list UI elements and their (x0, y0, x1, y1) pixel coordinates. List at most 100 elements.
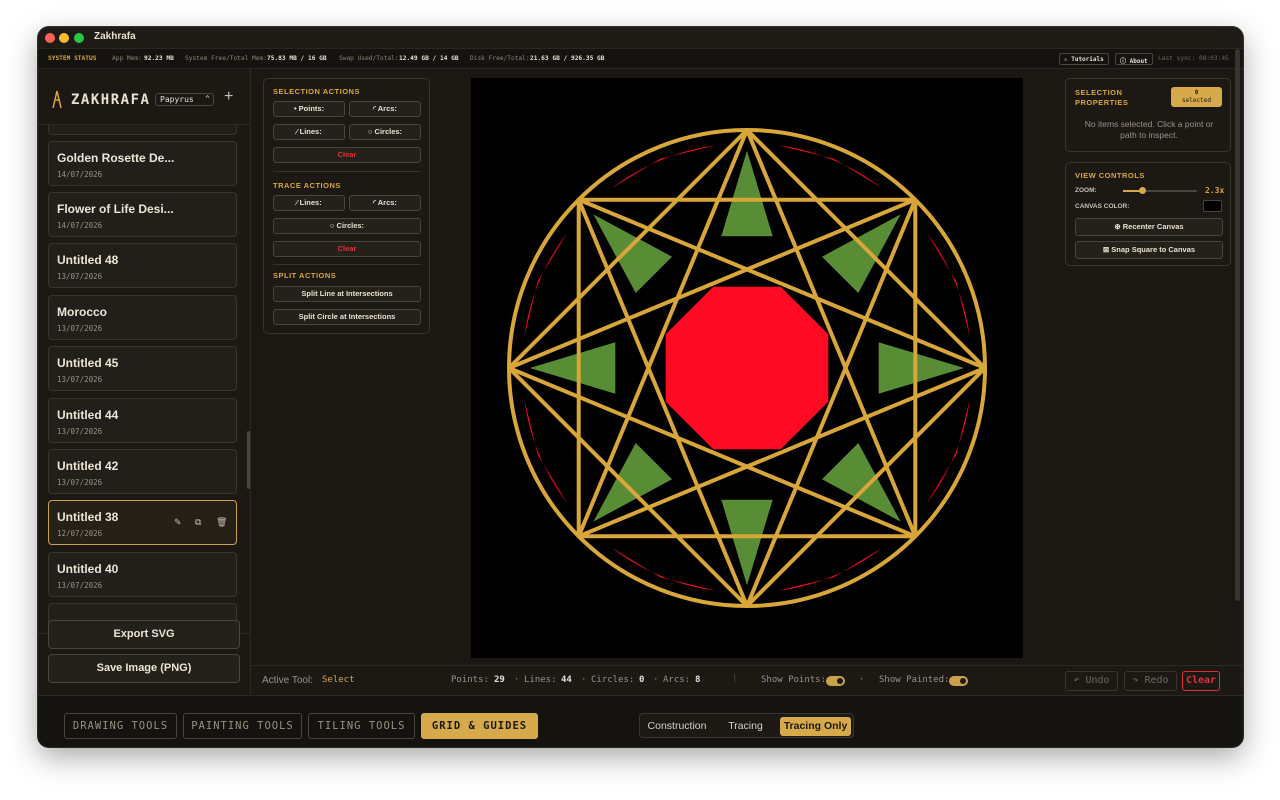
trace-arcs-button[interactable]: ◜ Arcs: (349, 195, 421, 211)
selection-actions-title: SELECTION ACTIONS (273, 87, 360, 96)
list-item-active[interactable]: Untitled 38 12/07/2026 ✎ ⧉ 🗑 (48, 500, 237, 545)
clear-selection-button[interactable]: Clear (273, 147, 421, 163)
app-mem-value: 92.23 MB (144, 55, 174, 62)
zoom-slider-thumb[interactable] (1138, 187, 1146, 194)
trace-lines-button[interactable]: ⁄ Lines: (273, 195, 345, 211)
window-title: Zakhrafa (94, 31, 136, 42)
split-actions-title: SPLIT ACTIONS (273, 271, 337, 280)
red-segment-0 (778, 145, 883, 189)
list-item[interactable]: Untitled 48 13/07/2026 (48, 243, 237, 288)
trace-actions-title: TRACE ACTIONS (273, 181, 341, 190)
list-item[interactable]: Morocco 13/07/2026 (48, 295, 237, 340)
delete-icon[interactable]: 🗑 (216, 517, 227, 528)
tutorials-button[interactable]: ⚠ Tutorials (1059, 53, 1109, 65)
show-points-toggle[interactable] (826, 676, 845, 686)
rename-icon[interactable]: ✎ (174, 517, 182, 528)
circles-count: 0 (639, 675, 645, 685)
view-mode-segmented-control: Construction Tracing Tracing Only (639, 713, 854, 738)
geometric-pattern (507, 128, 987, 608)
tool-tabs-footer: DRAWING TOOLS PAINTING TOOLS TILING TOOL… (38, 695, 1243, 747)
select-points-button[interactable]: • Points: (273, 101, 345, 117)
swap-value: 12.49 GB / 14 GB (399, 55, 459, 62)
mode-construction[interactable]: Construction (643, 717, 711, 736)
select-arcs-button[interactable]: ◜ Arcs: (349, 101, 421, 117)
add-project-button[interactable]: + (224, 88, 233, 106)
snap-square-button[interactable]: ⊠ Snap Square to Canvas (1075, 241, 1223, 259)
project-list: Golden Rosette De... 14/07/2026 Flower o… (38, 125, 251, 633)
logo-icon (52, 90, 62, 109)
green-star-point-7 (593, 214, 672, 293)
show-painted-label: Show Painted: (879, 675, 950, 685)
system-status-bar: SYSTEM STATUS App Mem: 92.23 MB System F… (38, 49, 1243, 69)
tab-drawing-tools[interactable]: DRAWING TOOLS (64, 713, 177, 739)
export-svg-button[interactable]: Export SVG (48, 620, 240, 649)
tab-tiling-tools[interactable]: TILING TOOLS (308, 713, 415, 739)
list-item[interactable]: Untitled 45 13/07/2026 (48, 346, 237, 391)
disk-value: 21.63 GB / 926.35 GB (530, 55, 605, 62)
tab-painting-tools[interactable]: PAINTING TOOLS (183, 713, 302, 739)
list-item[interactable]: Untitled 42 13/07/2026 (48, 449, 237, 494)
mode-tracing-only[interactable]: Tracing Only (780, 717, 851, 736)
view-controls-title: VIEW CONTROLS (1075, 171, 1145, 180)
select-lines-button[interactable]: ⁄ Lines: (273, 124, 345, 140)
redo-button[interactable]: ↷ Redo (1124, 671, 1177, 691)
canvas-status-bar: Active Tool: Select Points: 29 · Lines: … (251, 665, 1243, 695)
list-item[interactable]: Untitled 44 13/07/2026 (48, 398, 237, 443)
list-item[interactable]: Flower of Life Desi... 14/07/2026 (48, 192, 237, 237)
show-points-label: Show Points: (761, 675, 827, 685)
tab-grid-guides[interactable]: GRID & GUIDES (421, 713, 538, 739)
red-segment-4 (611, 547, 716, 591)
status-label: SYSTEM STATUS (48, 55, 97, 62)
about-button[interactable]: ⓘ About (1115, 53, 1153, 65)
select-circles-button[interactable]: ○ Circles: (349, 124, 421, 140)
active-tool-label: Active Tool: (262, 675, 313, 686)
green-star-point-4 (721, 499, 773, 586)
duplicate-icon[interactable]: ⧉ (195, 517, 201, 528)
window-scrollbar[interactable] (1235, 49, 1240, 601)
green-star-point-0 (721, 150, 773, 237)
sidebar-scrollbar[interactable] (247, 431, 250, 489)
green-star-point-5 (593, 443, 672, 522)
minimize-window-button[interactable] (59, 33, 69, 43)
green-star-point-1 (822, 214, 901, 293)
active-tool-value: Select (322, 675, 355, 685)
trace-circles-button[interactable]: ○ Circles: (273, 218, 421, 234)
close-window-button[interactable] (45, 33, 55, 43)
selection-properties-panel: SELECTION PROPERTIES 0 selected No items… (1065, 78, 1231, 152)
zoom-value: 2.3x (1205, 186, 1225, 195)
clear-canvas-button[interactable]: Clear (1182, 671, 1220, 691)
green-star-point-2 (878, 342, 965, 394)
undo-button[interactable]: ↶ Undo (1065, 671, 1118, 691)
points-label: Points: (451, 675, 489, 685)
list-item[interactable]: Golden Rosette De... 14/07/2026 (48, 141, 237, 186)
sys-mem-label: System Free/Total Mem: (185, 55, 267, 62)
red-segment-7 (611, 145, 716, 189)
red-segment-6 (524, 232, 568, 337)
save-png-button[interactable]: Save Image (PNG) (48, 654, 240, 683)
lines-label: Lines: (524, 675, 557, 685)
split-line-button[interactable]: Split Line at Intersections (273, 286, 421, 302)
list-item[interactable]: Untitled 40 13/07/2026 (48, 552, 237, 597)
separator: · (653, 675, 659, 685)
project-sidebar: ZAKHRAFA Papyrus ⌃ + Golden Rosette De..… (38, 69, 251, 694)
font-select[interactable]: Papyrus ⌃ (155, 93, 214, 106)
circles-label: Circles: (591, 675, 635, 685)
drawing-canvas[interactable] (471, 78, 1023, 658)
arcs-count: 8 (695, 675, 701, 685)
show-painted-toggle[interactable] (949, 676, 968, 686)
red-segment-2 (926, 399, 970, 504)
zoom-window-button[interactable] (74, 33, 84, 43)
font-select-value: Papyrus (160, 95, 194, 104)
divider (273, 171, 421, 172)
canvas-color-swatch[interactable] (1203, 200, 1222, 212)
chevron-updown-icon: ⌃ (205, 94, 210, 103)
central-octagon (665, 286, 829, 450)
recenter-canvas-button[interactable]: ⊕ Recenter Canvas (1075, 218, 1223, 236)
sidebar-header: ZAKHRAFA Papyrus ⌃ + (38, 69, 251, 125)
clear-trace-button[interactable]: Clear (273, 241, 421, 257)
mode-tracing[interactable]: Tracing (717, 717, 774, 736)
split-circle-button[interactable]: Split Circle at Intersections (273, 309, 421, 325)
empty-selection-text: No items selected. Click a point or path… (1084, 119, 1214, 140)
list-item-partial[interactable] (48, 125, 237, 135)
zoom-slider[interactable] (1123, 187, 1197, 194)
